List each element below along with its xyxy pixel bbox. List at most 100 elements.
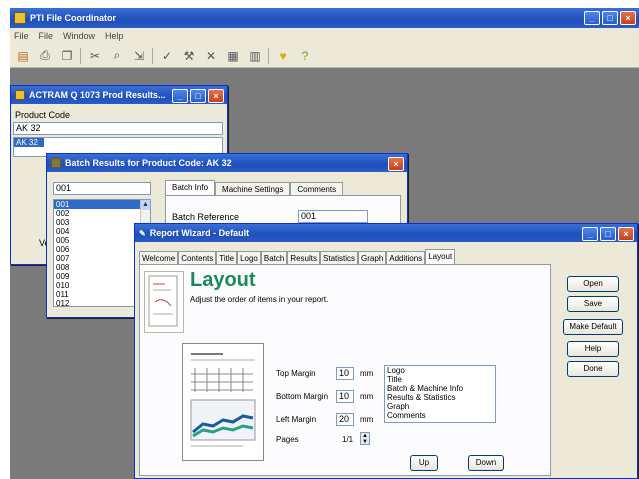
mdi-workspace: ACTRAM Q 1073 Prod Results... _ □ × Prod… bbox=[10, 68, 639, 479]
tab-welcome[interactable]: Welcome bbox=[139, 251, 179, 264]
tab-results[interactable]: Results bbox=[287, 251, 321, 264]
toolbar-separator bbox=[268, 47, 270, 64]
batch-results-title: Batch Results for Product Code: AK 32 bbox=[65, 158, 232, 168]
tab-additions[interactable]: Additions bbox=[386, 251, 426, 264]
open-button[interactable]: Open bbox=[567, 276, 619, 292]
tab-contents[interactable]: Contents bbox=[178, 251, 217, 264]
cut-icon[interactable]: ✂ bbox=[86, 47, 104, 65]
app-window: PTI File Coordinator _ □ × File File Win… bbox=[10, 8, 639, 479]
toolbar: ▤ ⎙ ❐ ✂ ⌕ ⇲ ✓ ⚒ ✕ ▦ ▥ ♥ ? bbox=[10, 44, 639, 68]
tab-statistics[interactable]: Statistics bbox=[320, 251, 359, 264]
delete-icon[interactable]: ✕ bbox=[202, 47, 220, 65]
print-icon[interactable]: ⎙ bbox=[36, 47, 54, 65]
batch-search-input[interactable]: 001 bbox=[53, 182, 151, 195]
scroll-up-icon[interactable]: ▲ bbox=[141, 200, 150, 210]
move-down-button[interactable]: Down bbox=[468, 455, 504, 471]
app-titlebar: PTI File Coordinator _ □ × bbox=[10, 8, 639, 28]
tab-machine-settings[interactable]: Machine Settings bbox=[215, 182, 291, 195]
list-item[interactable]: Logo bbox=[385, 366, 495, 375]
maximize-button[interactable]: □ bbox=[190, 89, 206, 103]
calc-icon[interactable]: ▥ bbox=[246, 47, 264, 65]
check-icon[interactable]: ✓ bbox=[158, 47, 176, 65]
list-item[interactable]: Graph bbox=[385, 402, 495, 411]
bottom-margin-input[interactable]: 10 bbox=[336, 390, 354, 403]
menubar: File File Window Help bbox=[10, 28, 639, 44]
bottom-margin-label: Bottom Margin bbox=[276, 392, 329, 401]
layout-page-icon bbox=[144, 271, 184, 333]
help-icon[interactable]: ? bbox=[296, 47, 314, 65]
batch-reference-label: Batch Reference bbox=[172, 212, 240, 222]
product-code-label: Product Code bbox=[15, 110, 71, 120]
tool-icon[interactable]: ⚒ bbox=[180, 47, 198, 65]
menu-item[interactable]: File bbox=[14, 31, 29, 41]
make-default-button[interactable]: Make Default bbox=[563, 319, 623, 335]
minimize-button[interactable]: _ bbox=[172, 89, 188, 103]
pages-spinner[interactable]: ▲ ▼ bbox=[360, 432, 370, 445]
report-preview bbox=[182, 343, 264, 461]
open-icon[interactable]: ▤ bbox=[14, 47, 32, 65]
menu-item[interactable]: Window bbox=[63, 31, 95, 41]
top-margin-input[interactable]: 10 bbox=[336, 367, 354, 380]
unit-label: mm bbox=[360, 415, 374, 424]
list-item[interactable]: AK 32 bbox=[14, 138, 44, 147]
minimize-button[interactable]: _ bbox=[584, 11, 600, 25]
menu-item[interactable]: File bbox=[39, 31, 54, 41]
layout-panel: Layout Adjust the order of items in your… bbox=[139, 264, 551, 476]
tab-layout[interactable]: Layout bbox=[425, 249, 456, 264]
top-margin-label: Top Margin bbox=[276, 369, 316, 378]
tab-graph[interactable]: Graph bbox=[358, 251, 387, 264]
layout-heading: Layout bbox=[190, 269, 256, 291]
product-code-input[interactable]: AK 32 bbox=[13, 122, 223, 135]
list-item[interactable]: 002 bbox=[54, 209, 150, 218]
copy-icon[interactable]: ❐ bbox=[58, 47, 76, 65]
layout-subtext: Adjust the order of items in your report… bbox=[190, 295, 329, 304]
report-wizard-title: Report Wizard - Default bbox=[149, 228, 250, 238]
close-button[interactable]: × bbox=[388, 157, 404, 171]
tab-logo[interactable]: Logo bbox=[237, 251, 261, 264]
list-item[interactable]: Title bbox=[385, 375, 495, 384]
grid-icon[interactable]: ▦ bbox=[224, 47, 242, 65]
pages-label: Pages bbox=[276, 435, 299, 444]
close-button[interactable]: × bbox=[620, 11, 636, 25]
tab-batch-info[interactable]: Batch Info bbox=[165, 180, 216, 195]
menu-item[interactable]: Help bbox=[105, 31, 124, 41]
export-icon[interactable]: ⇲ bbox=[130, 47, 148, 65]
toolbar-separator bbox=[152, 47, 154, 64]
minimize-button[interactable]: _ bbox=[582, 227, 598, 241]
batch-results-titlebar: Batch Results for Product Code: AK 32 × bbox=[47, 154, 407, 172]
close-button[interactable]: × bbox=[618, 227, 634, 241]
list-item[interactable]: Batch & Machine Info bbox=[385, 384, 495, 393]
product-results-title: ACTRAM Q 1073 Prod Results... bbox=[29, 90, 166, 100]
save-button[interactable]: Save bbox=[567, 296, 619, 312]
unit-label: mm bbox=[360, 369, 374, 378]
wizard-tabs: Welcome Contents Title Logo Batch Result… bbox=[139, 249, 456, 264]
list-item[interactable]: Results & Statistics bbox=[385, 393, 495, 402]
tab-batch[interactable]: Batch bbox=[260, 251, 288, 264]
app-title: PTI File Coordinator bbox=[30, 13, 117, 23]
pages-value: 1/1 bbox=[342, 435, 354, 444]
window-icon bbox=[15, 90, 25, 100]
batch-tabs: Batch Info Machine Settings Comments bbox=[165, 180, 344, 195]
report-wizard-titlebar: ✎ Report Wizard - Default _ □ × bbox=[135, 224, 637, 242]
left-margin-label: Left Margin bbox=[276, 415, 317, 424]
binoculars-icon[interactable]: ⌕ bbox=[108, 47, 126, 65]
maximize-button[interactable]: □ bbox=[602, 11, 618, 25]
help-button[interactable]: Help bbox=[567, 341, 619, 357]
maximize-button[interactable]: □ bbox=[600, 227, 616, 241]
list-item[interactable]: 001 bbox=[54, 200, 140, 209]
tab-comments[interactable]: Comments bbox=[290, 182, 344, 195]
toolbar-separator bbox=[80, 47, 82, 64]
window-icon bbox=[51, 158, 61, 168]
report-wizard-window: ✎ Report Wizard - Default _ □ × Welcome … bbox=[134, 223, 638, 479]
left-margin-input[interactable]: 20 bbox=[336, 413, 354, 426]
done-button[interactable]: Done bbox=[567, 361, 619, 377]
report-order-list[interactable]: Logo Title Batch & Machine Info Results … bbox=[384, 365, 496, 423]
bulb-icon[interactable]: ♥ bbox=[274, 47, 292, 65]
product-results-titlebar: ACTRAM Q 1073 Prod Results... _ □ × bbox=[11, 86, 227, 104]
close-button[interactable]: × bbox=[208, 89, 224, 103]
batch-reference-input[interactable]: 001 bbox=[298, 210, 368, 223]
tab-title[interactable]: Title bbox=[216, 251, 238, 264]
move-up-button[interactable]: Up bbox=[410, 455, 438, 471]
list-item[interactable]: Comments bbox=[385, 411, 495, 420]
wizard-icon: ✎ bbox=[139, 228, 146, 238]
